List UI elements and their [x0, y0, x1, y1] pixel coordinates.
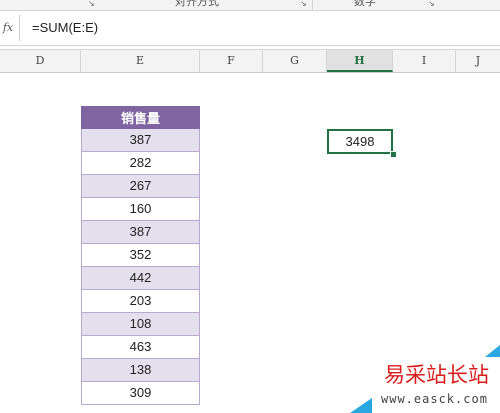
- dialog-launcher-icon[interactable]: ↘: [88, 0, 95, 8]
- ribbon-separator: [312, 0, 313, 10]
- table-cell[interactable]: 442: [81, 267, 200, 290]
- fill-handle[interactable]: [390, 151, 397, 158]
- table-cell[interactable]: 352: [81, 244, 200, 267]
- number-dialog-launcher-icon[interactable]: ↘: [428, 0, 435, 8]
- column-header-j[interactable]: J: [456, 50, 500, 72]
- watermark-url: www.easck.com: [381, 392, 488, 406]
- table-cell[interactable]: 267: [81, 175, 200, 198]
- formula-bar: fx =SUM(E:E): [0, 11, 500, 46]
- table-cell[interactable]: 160: [81, 198, 200, 221]
- table-cell[interactable]: 387: [81, 129, 200, 152]
- column-header-f[interactable]: F: [200, 50, 263, 72]
- table-cell[interactable]: 387: [81, 221, 200, 244]
- table-header-cell[interactable]: 销售量: [81, 106, 200, 129]
- ribbon-strip: 对齐方式 ↘ ↘ 数字 ↘: [0, 0, 500, 11]
- column-header-row: D E F G H I J: [0, 49, 500, 73]
- column-header-d[interactable]: D: [0, 50, 81, 72]
- table-cell[interactable]: 309: [81, 382, 200, 405]
- ribbon-group-alignment: 对齐方式: [175, 0, 219, 8]
- sales-table: 销售量 387 282 267 160 387 352 442 203 108 …: [81, 106, 200, 405]
- column-header-h[interactable]: H: [327, 50, 393, 72]
- selected-cell-sum[interactable]: 3498: [327, 129, 393, 154]
- insert-function-icon[interactable]: fx: [0, 18, 16, 38]
- table-cell[interactable]: 108: [81, 313, 200, 336]
- table-cell[interactable]: 463: [81, 336, 200, 359]
- column-header-e[interactable]: E: [81, 50, 200, 72]
- watermark-logo-text: 易采站长站: [384, 363, 489, 387]
- formula-input[interactable]: =SUM(E:E): [22, 18, 500, 38]
- watermark-triangle: [485, 345, 500, 357]
- alignment-dialog-launcher-icon[interactable]: ↘: [300, 0, 307, 8]
- table-cell[interactable]: 203: [81, 290, 200, 313]
- ribbon-group-number: 数字: [354, 0, 376, 8]
- watermark-triangle: [350, 398, 372, 413]
- formula-bar-divider: [19, 15, 20, 41]
- column-header-i[interactable]: I: [393, 50, 456, 72]
- table-cell[interactable]: 282: [81, 152, 200, 175]
- table-cell[interactable]: 138: [81, 359, 200, 382]
- column-header-g[interactable]: G: [263, 50, 327, 72]
